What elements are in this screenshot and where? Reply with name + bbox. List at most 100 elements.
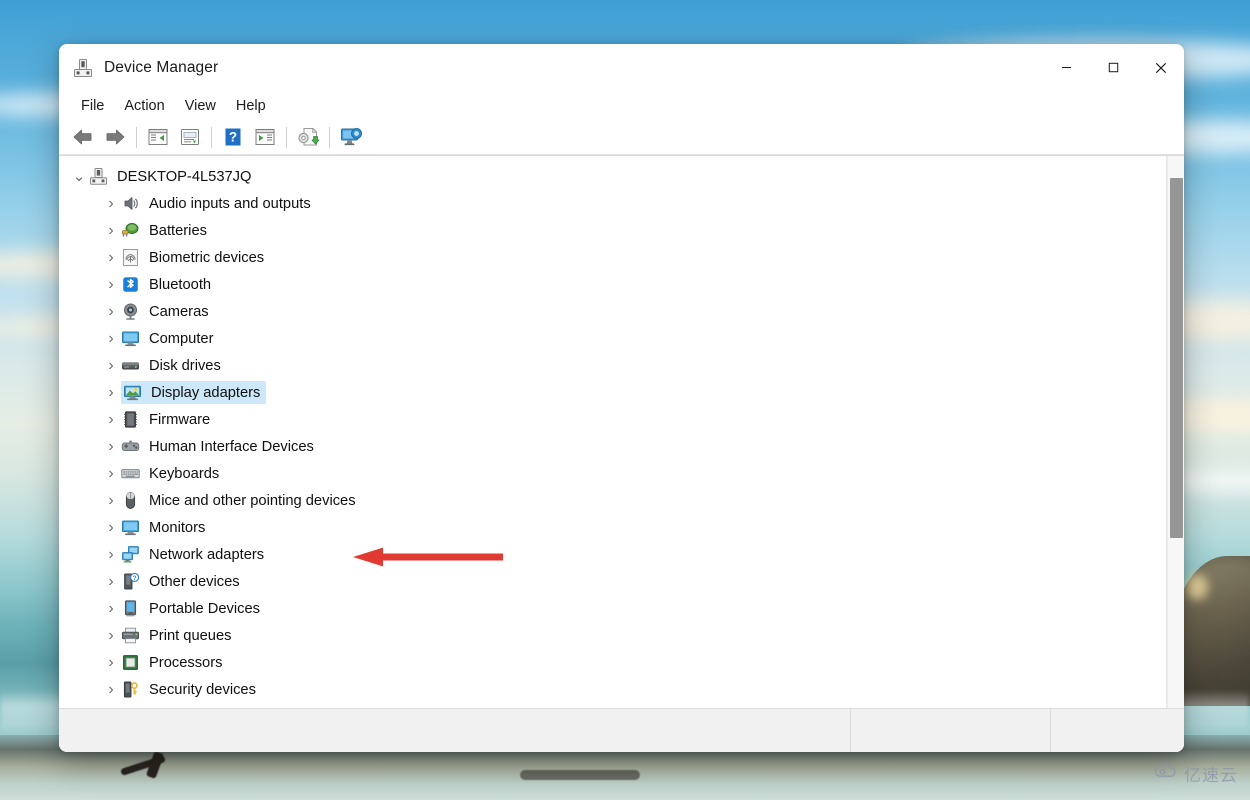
device-tree[interactable]: ⌄ DESKTOP-4L537JQ › Audio inputs and out…	[59, 156, 1167, 708]
toolbar-separator	[211, 126, 212, 148]
tree-root-row[interactable]: ⌄ DESKTOP-4L537JQ	[59, 163, 1166, 190]
chevron-right-icon[interactable]: ›	[103, 492, 119, 509]
tree-item-label: Computer	[149, 330, 214, 347]
cloud-icon	[1153, 762, 1179, 785]
toolbar-separator	[329, 126, 330, 148]
firmware-chip-icon	[121, 410, 140, 429]
chevron-right-icon[interactable]: ›	[103, 222, 119, 239]
status-bar	[59, 708, 1184, 752]
tree-item-label: Keyboards	[149, 465, 220, 482]
toolbar: ?	[59, 120, 1184, 155]
chevron-right-icon[interactable]: ›	[103, 546, 119, 563]
chevron-right-icon[interactable]: ›	[103, 303, 119, 320]
forward-button[interactable]	[99, 122, 131, 152]
tree-item-network-adapters[interactable]: › Network adapters	[59, 541, 1166, 568]
chevron-right-icon[interactable]: ›	[103, 195, 119, 212]
camera-icon	[121, 302, 140, 321]
update-driver-button[interactable]	[292, 122, 324, 152]
network-adapter-icon	[121, 545, 140, 564]
tree-item-processors[interactable]: › Processors	[59, 649, 1166, 676]
chevron-right-icon[interactable]: ›	[103, 519, 119, 536]
tree-item-keyboards[interactable]: › Keyboards	[59, 460, 1166, 487]
portable-device-icon	[121, 599, 140, 618]
maximize-button[interactable]	[1090, 44, 1137, 91]
tree-item-cameras[interactable]: › Cameras	[59, 298, 1166, 325]
svg-text:?: ?	[133, 576, 137, 582]
processor-icon	[121, 653, 140, 672]
computer-root-icon	[89, 167, 108, 186]
toolbar-separator	[136, 126, 137, 148]
tree-item-mice-and-other-pointing-devices[interactable]: › Mice and other pointing devices	[59, 487, 1166, 514]
chevron-right-icon[interactable]: ›	[103, 249, 119, 266]
menu-item-help[interactable]: Help	[226, 95, 276, 117]
menu-item-action[interactable]: Action	[114, 95, 174, 117]
tree-item-label: Other devices	[149, 573, 240, 590]
chevron-down-icon[interactable]: ⌄	[71, 169, 87, 185]
tree-item-monitors[interactable]: › Monitors	[59, 514, 1166, 541]
device-manager-window: Device Manager File Action View Help ? ⌄…	[59, 44, 1184, 752]
tree-item-print-queues[interactable]: › Print queues	[59, 622, 1166, 649]
chevron-right-icon[interactable]: ›	[103, 330, 119, 347]
tree-item-computer[interactable]: › Computer	[59, 325, 1166, 352]
chevron-right-icon[interactable]: ›	[103, 411, 119, 428]
chevron-right-icon[interactable]: ›	[103, 438, 119, 455]
toolbar-separator	[286, 126, 287, 148]
mouse-icon	[121, 491, 140, 510]
selection-highlight: Display adapters	[121, 381, 267, 404]
properties-button[interactable]	[174, 122, 206, 152]
tree-item-label: Display adapters	[151, 384, 261, 401]
watermark: 亿速云	[1153, 761, 1238, 786]
menu-item-file[interactable]: File	[71, 95, 114, 117]
driftwood	[520, 770, 640, 780]
tree-item-label: Network adapters	[149, 546, 265, 563]
tree-item-human-interface-devices[interactable]: › Human Interface Devices	[59, 433, 1166, 460]
chevron-right-icon[interactable]: ›	[103, 465, 119, 482]
tree-item-label: Bluetooth	[149, 276, 212, 293]
chevron-right-icon[interactable]: ›	[103, 627, 119, 644]
show-hide-console-tree-button[interactable]	[142, 122, 174, 152]
chevron-right-icon[interactable]: ›	[103, 654, 119, 671]
chevron-right-icon[interactable]: ›	[103, 573, 119, 590]
tree-item-label: Portable Devices	[149, 600, 261, 617]
chevron-right-icon[interactable]: ›	[103, 384, 119, 401]
chevron-right-icon[interactable]: ›	[103, 276, 119, 293]
title-bar: Device Manager	[59, 44, 1184, 91]
monitor-blue-icon	[121, 518, 140, 537]
help-button[interactable]: ?	[217, 122, 249, 152]
vertical-scrollbar-thumb[interactable]	[1170, 178, 1183, 538]
vertical-scrollbar[interactable]	[1167, 156, 1184, 708]
tree-item-security-devices[interactable]: › Security devices	[59, 676, 1166, 703]
desktop-wallpaper: Device Manager File Action View Help ? ⌄…	[0, 0, 1250, 800]
minimize-button[interactable]	[1043, 44, 1090, 91]
tree-item-audio-inputs-and-outputs[interactable]: › Audio inputs and outputs	[59, 190, 1166, 217]
tree-item-disk-drives[interactable]: › Disk drives	[59, 352, 1166, 379]
show-hide-action-pane-button[interactable]	[249, 122, 281, 152]
window-title: Device Manager	[104, 58, 219, 76]
tree-item-display-adapters[interactable]: › Display adapters	[59, 379, 1166, 406]
chevron-right-icon[interactable]: ›	[103, 681, 119, 698]
tree-item-portable-devices[interactable]: › Portable Devices	[59, 595, 1166, 622]
status-panel-2	[851, 709, 1051, 752]
tree-item-label: Audio inputs and outputs	[149, 195, 311, 212]
status-panel-3	[1051, 709, 1184, 752]
back-button[interactable]	[67, 122, 99, 152]
battery-plug-icon	[121, 221, 140, 240]
device-manager-icon	[73, 58, 93, 78]
rock-highlight	[1186, 574, 1208, 600]
scan-hardware-changes-button[interactable]	[335, 122, 367, 152]
watermark-text: 亿速云	[1184, 766, 1238, 786]
disk-drive-icon	[121, 356, 140, 375]
chevron-right-icon[interactable]: ›	[103, 357, 119, 374]
close-button[interactable]	[1137, 44, 1184, 91]
content-area: ⌄ DESKTOP-4L537JQ › Audio inputs and out…	[59, 155, 1184, 708]
tree-item-other-devices[interactable]: › ? Other devices	[59, 568, 1166, 595]
chevron-right-icon[interactable]: ›	[103, 600, 119, 617]
tree-item-batteries[interactable]: › Batteries	[59, 217, 1166, 244]
security-key-icon	[121, 680, 140, 699]
tree-item-biometric-devices[interactable]: › Biometric devices	[59, 244, 1166, 271]
gamepad-icon	[121, 437, 140, 456]
tree-item-bluetooth[interactable]: › Bluetooth	[59, 271, 1166, 298]
tree-item-label: Processors	[149, 654, 223, 671]
tree-item-firmware[interactable]: › Firmware	[59, 406, 1166, 433]
menu-item-view[interactable]: View	[175, 95, 226, 117]
